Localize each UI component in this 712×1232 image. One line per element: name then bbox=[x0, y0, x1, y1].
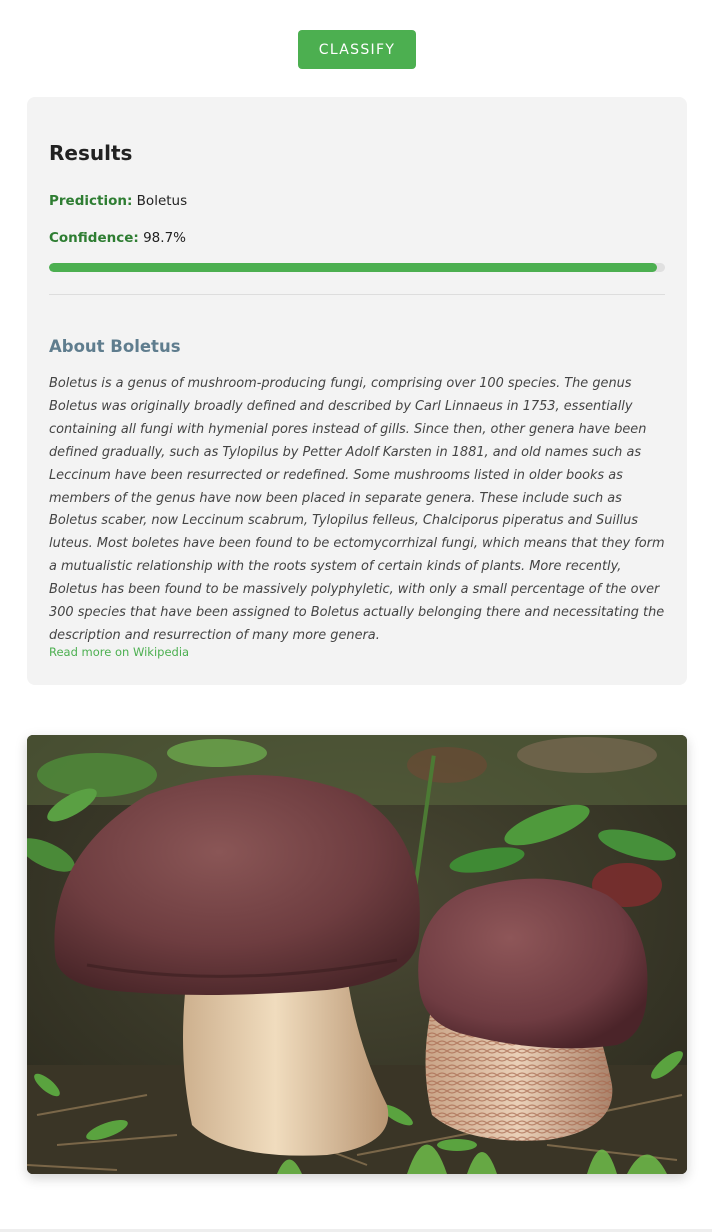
page: CLASSIFY Results Prediction: Boletus Con… bbox=[0, 0, 712, 1232]
results-title: Results bbox=[49, 141, 133, 165]
mushroom-image bbox=[27, 735, 687, 1174]
results-card: Results Prediction: Boletus Confidence: … bbox=[27, 97, 687, 685]
about-description: Boletus is a genus of mushroom-producing… bbox=[49, 376, 665, 643]
prediction-label: Prediction: bbox=[49, 193, 133, 209]
prediction-row: Prediction: Boletus bbox=[49, 193, 187, 209]
boletus-mushrooms-photo bbox=[27, 735, 687, 1174]
classify-button[interactable]: CLASSIFY bbox=[298, 30, 416, 69]
wikipedia-link[interactable]: Read more on Wikipedia bbox=[49, 645, 189, 659]
confidence-label: Confidence: bbox=[49, 230, 139, 246]
divider bbox=[49, 294, 665, 295]
confidence-value: 98.7% bbox=[143, 230, 186, 246]
about-title: About Boletus bbox=[49, 337, 181, 356]
confidence-row: Confidence: 98.7% bbox=[49, 230, 186, 246]
prediction-value: Boletus bbox=[136, 193, 188, 209]
confidence-progress-bar bbox=[49, 263, 665, 272]
confidence-progress-fill bbox=[49, 263, 657, 272]
